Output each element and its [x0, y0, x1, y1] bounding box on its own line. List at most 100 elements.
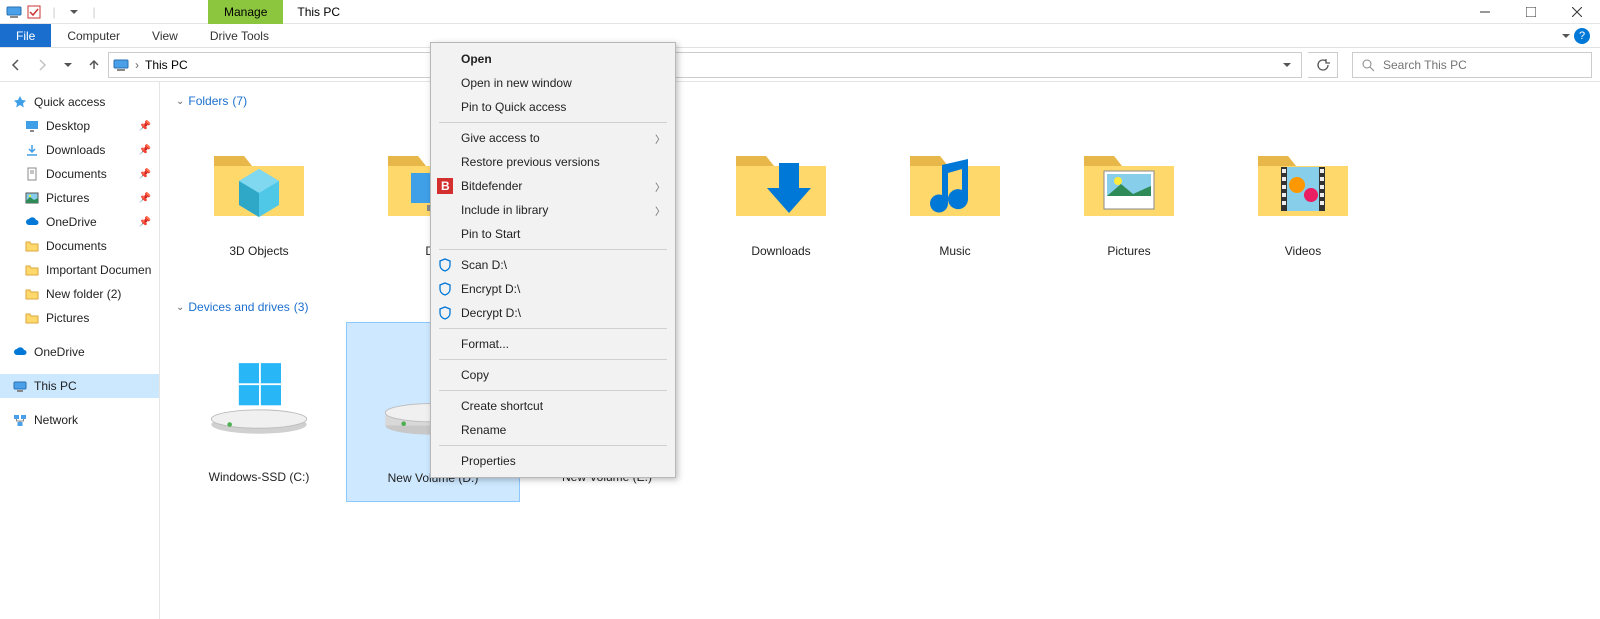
ribbon-tab-file[interactable]: File: [0, 24, 51, 47]
breadcrumb-sep-icon[interactable]: ›: [135, 58, 139, 72]
cm-label: Bitdefender: [461, 179, 522, 193]
ribbon-tab-drivetools[interactable]: Drive Tools: [194, 24, 285, 47]
cm-pin-to-start[interactable]: Pin to Start: [431, 222, 675, 246]
sidebar-qa-pictures[interactable]: Pictures: [0, 306, 159, 330]
sidebar-label: Documents: [46, 239, 107, 253]
folder-icon: [1248, 126, 1358, 236]
cm-open-new-window[interactable]: Open in new window: [431, 71, 675, 95]
cm-label: Rename: [461, 423, 506, 437]
search-input[interactable]: [1383, 58, 1583, 72]
sidebar-pictures[interactable]: Pictures 📌: [0, 186, 159, 210]
cm-rename[interactable]: Rename: [431, 418, 675, 442]
folder-icon: [204, 126, 314, 236]
sidebar-desktop[interactable]: Desktop 📌: [0, 114, 159, 138]
properties-icon[interactable]: [26, 4, 42, 20]
cm-label: Pin to Start: [461, 227, 520, 241]
sidebar-qa-documents[interactable]: Documents: [0, 234, 159, 258]
qat-divider: |: [46, 4, 62, 20]
sidebar-network[interactable]: Network: [0, 408, 159, 432]
sidebar-thispc[interactable]: This PC: [0, 374, 159, 398]
cm-label: Encrypt D:\: [461, 282, 520, 296]
cm-include-in-library[interactable]: Include in library〉: [431, 198, 675, 222]
sidebar-qa-newfolder[interactable]: New folder (2): [0, 282, 159, 306]
cm-label: Create shortcut: [461, 399, 543, 413]
pin-icon: 📌: [139, 217, 151, 228]
sidebar-documents[interactable]: Documents 📌: [0, 162, 159, 186]
drives-grid: Windows-SSD (C:) New Volume (D:) New Vol…: [172, 322, 1588, 502]
item-label: Pictures: [1107, 244, 1150, 258]
folder-music[interactable]: Music: [868, 116, 1042, 296]
ribbon-tab-view[interactable]: View: [136, 24, 194, 47]
contextual-tab-manage[interactable]: Manage: [208, 0, 283, 24]
sidebar-label: OneDrive: [34, 345, 85, 359]
folder-3dobjects[interactable]: 3D Objects: [172, 116, 346, 296]
cm-copy[interactable]: Copy: [431, 363, 675, 387]
cm-scan[interactable]: Scan D:\: [431, 253, 675, 277]
qat-customize-icon[interactable]: [66, 4, 82, 20]
help-icon[interactable]: ?: [1574, 28, 1590, 44]
cm-pin-quick-access[interactable]: Pin to Quick access: [431, 95, 675, 119]
window-controls: [1462, 0, 1600, 24]
cm-label: Decrypt D:\: [461, 306, 521, 320]
content-pane: ⌄ Folders (7) 3D Objects De: [160, 82, 1600, 619]
sidebar-label: New folder (2): [46, 287, 121, 301]
cm-format[interactable]: Format...: [431, 332, 675, 356]
folder-videos[interactable]: Videos: [1216, 116, 1390, 296]
cm-open[interactable]: Open: [431, 47, 675, 71]
star-icon: [12, 94, 28, 110]
sidebar-downloads[interactable]: Downloads 📌: [0, 138, 159, 162]
address-dropdown-icon[interactable]: [1277, 58, 1297, 72]
cm-bitdefender[interactable]: B Bitdefender〉: [431, 174, 675, 198]
sidebar-label: Network: [34, 413, 78, 427]
folder-icon: [726, 126, 836, 236]
quick-access-toolbar: | |: [0, 4, 108, 20]
sidebar-label: Pictures: [46, 191, 89, 205]
cm-separator: [439, 390, 667, 391]
recent-locations-icon[interactable]: [60, 57, 76, 73]
cm-properties[interactable]: Properties: [431, 449, 675, 473]
sidebar-onedrive2[interactable]: OneDrive: [0, 340, 159, 364]
folder-downloads[interactable]: Downloads: [694, 116, 868, 296]
section-count: (3): [294, 300, 309, 314]
ribbon-tab-computer[interactable]: Computer: [51, 24, 136, 47]
folder-pictures[interactable]: Pictures: [1042, 116, 1216, 296]
search-box[interactable]: [1352, 52, 1592, 78]
refresh-button[interactable]: [1308, 52, 1338, 78]
close-button[interactable]: [1554, 0, 1600, 24]
back-button[interactable]: [8, 57, 24, 73]
chevron-right-icon: 〉: [655, 203, 665, 218]
section-drives[interactable]: ⌄ Devices and drives (3): [176, 300, 1588, 314]
cm-separator: [439, 445, 667, 446]
sidebar-onedrive[interactable]: OneDrive 📌: [0, 210, 159, 234]
sidebar-label: Important Documen: [46, 263, 151, 277]
breadcrumb-thispc[interactable]: This PC: [145, 58, 188, 72]
sidebar-qa-important[interactable]: Important Documen: [0, 258, 159, 282]
drive-c[interactable]: Windows-SSD (C:): [172, 322, 346, 502]
cm-give-access-to[interactable]: Give access to〉: [431, 126, 675, 150]
cm-encrypt[interactable]: Encrypt D:\: [431, 277, 675, 301]
sidebar-label: Downloads: [46, 143, 105, 157]
up-button[interactable]: [86, 57, 102, 73]
network-icon: [12, 412, 28, 428]
address-bar[interactable]: › This PC: [108, 52, 1302, 78]
qat-divider2: |: [86, 4, 102, 20]
ribbon-collapse-icon[interactable]: [1562, 29, 1570, 43]
folder-icon: [24, 286, 40, 302]
minimize-button[interactable]: [1462, 0, 1508, 24]
cm-separator: [439, 122, 667, 123]
cm-decrypt[interactable]: Decrypt D:\: [431, 301, 675, 325]
cm-separator: [439, 359, 667, 360]
picture-icon: [24, 190, 40, 206]
maximize-button[interactable]: [1508, 0, 1554, 24]
title-bar: | | Manage This PC: [0, 0, 1600, 24]
cm-create-shortcut[interactable]: Create shortcut: [431, 394, 675, 418]
section-folders[interactable]: ⌄ Folders (7): [176, 94, 1588, 108]
forward-button[interactable]: [34, 57, 50, 73]
sidebar-label: This PC: [34, 379, 77, 393]
section-label: Devices and drives: [188, 300, 289, 314]
cm-label: Open: [461, 52, 492, 66]
sidebar-quick-access[interactable]: Quick access: [0, 90, 159, 114]
cm-separator: [439, 328, 667, 329]
cm-separator: [439, 249, 667, 250]
cm-restore-previous[interactable]: Restore previous versions: [431, 150, 675, 174]
